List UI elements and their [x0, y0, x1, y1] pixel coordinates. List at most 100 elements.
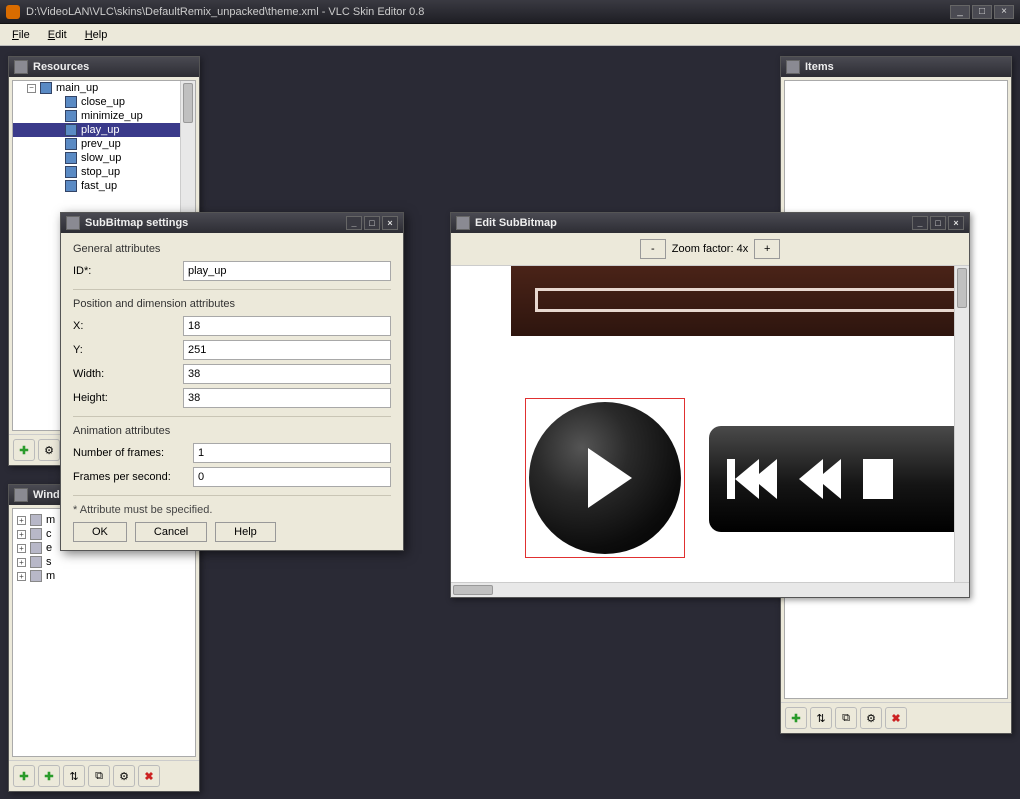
subbitmap-settings-dialog: SubBitmap settings _ □ × General attribu…	[60, 212, 404, 551]
edit-subbitmap-window: Edit SubBitmap _ □ × - Zoom factor: 4x +	[450, 212, 970, 598]
bitmap-icon	[65, 180, 77, 192]
close-button[interactable]: ×	[382, 216, 398, 230]
subbitmap-header[interactable]: Edit SubBitmap _ □ ×	[451, 213, 969, 233]
delete-button[interactable]: ✖	[885, 707, 907, 729]
close-button[interactable]: ×	[994, 5, 1014, 19]
tree-item-fast_up[interactable]: fast_up	[13, 179, 195, 193]
expand-icon[interactable]: −	[27, 84, 36, 93]
gear-icon: ⚙	[119, 770, 129, 783]
minimize-button[interactable]: _	[346, 216, 362, 230]
resources-header[interactable]: Resources	[9, 57, 199, 77]
tree-item-prev_up[interactable]: prev_up	[13, 137, 195, 151]
preview-h-scrollbar[interactable]	[451, 582, 969, 597]
expand-icon[interactable]: +	[17, 558, 26, 567]
tree-item-minimize_up[interactable]: minimize_up	[13, 109, 195, 123]
clone-icon: ⧉	[842, 712, 850, 725]
menu-help[interactable]: Help	[77, 27, 116, 43]
general-section-header: General attributes	[73, 243, 391, 255]
tree-label: fast_up	[81, 180, 117, 192]
maximize-button[interactable]: □	[930, 216, 946, 230]
windows-toolbar: ✚ ✚ ⇅ ⧉ ⚙ ✖	[9, 760, 199, 791]
width-row: Width:	[73, 364, 391, 384]
items-header[interactable]: Items	[781, 57, 1011, 77]
x-row: X:	[73, 316, 391, 336]
zoom-toolbar: - Zoom factor: 4x +	[451, 233, 969, 266]
zoom-out-button[interactable]: -	[640, 239, 666, 259]
posdim-section-header: Position and dimension attributes	[73, 298, 391, 310]
y-row: Y:	[73, 340, 391, 360]
clone-icon: ⧉	[95, 770, 103, 783]
y-label: Y:	[73, 344, 183, 356]
ok-button[interactable]: OK	[73, 522, 127, 542]
height-label: Height:	[73, 392, 183, 404]
app-icon	[6, 5, 20, 19]
nframes-input[interactable]	[193, 443, 391, 463]
reorder-button[interactable]: ⇅	[810, 707, 832, 729]
menu-edit[interactable]: Edit	[40, 27, 75, 43]
fps-input[interactable]	[193, 467, 391, 487]
maximize-button[interactable]: □	[364, 216, 380, 230]
window-icon	[30, 542, 42, 554]
bitmap-icon	[65, 110, 77, 122]
close-button[interactable]: ×	[948, 216, 964, 230]
panel-icon	[14, 488, 28, 502]
options-button[interactable]: ⚙	[38, 439, 60, 461]
scrollbar-thumb[interactable]	[957, 268, 967, 308]
cancel-button[interactable]: Cancel	[135, 522, 207, 542]
clone-button[interactable]: ⧉	[835, 707, 857, 729]
id-input[interactable]	[183, 261, 391, 281]
window-row[interactable]: +s	[17, 555, 191, 569]
y-input[interactable]	[183, 340, 391, 360]
clone-button[interactable]: ⧉	[88, 765, 110, 787]
bitmap-preview[interactable]	[451, 266, 969, 597]
minimize-button[interactable]: _	[912, 216, 928, 230]
add-button[interactable]: ✚	[13, 439, 35, 461]
height-row: Height:	[73, 388, 391, 408]
tree-label: main_up	[56, 82, 98, 94]
selection-rectangle[interactable]	[525, 398, 685, 558]
window-row[interactable]: +m	[17, 569, 191, 583]
dialog-body: General attributes ID*: Position and dim…	[61, 233, 403, 550]
workspace: Resources − main_up close_up minimize_up…	[0, 46, 1020, 799]
expand-icon[interactable]: +	[17, 516, 26, 525]
scrollbar-thumb[interactable]	[183, 83, 193, 123]
fps-label: Frames per second:	[73, 471, 193, 483]
width-label: Width:	[73, 368, 183, 380]
maximize-button[interactable]: □	[972, 5, 992, 19]
tree-item-stop_up[interactable]: stop_up	[13, 165, 195, 179]
expand-icon[interactable]: +	[17, 572, 26, 581]
help-button[interactable]: Help	[215, 522, 276, 542]
add-button[interactable]: ✚	[785, 707, 807, 729]
add2-button[interactable]: ✚	[38, 765, 60, 787]
items-toolbar: ✚ ⇅ ⧉ ⚙ ✖	[781, 702, 1011, 733]
tree-label: slow_up	[81, 152, 121, 164]
tree-item-main_up[interactable]: − main_up	[13, 81, 195, 95]
zoom-in-button[interactable]: +	[754, 239, 780, 259]
tree-item-play_up[interactable]: play_up	[13, 123, 195, 137]
fps-row: Frames per second:	[73, 467, 391, 487]
menu-file[interactable]: File	[4, 27, 38, 43]
tree-item-slow_up[interactable]: slow_up	[13, 151, 195, 165]
items-title: Items	[805, 61, 1006, 73]
reorder-button[interactable]: ⇅	[63, 765, 85, 787]
separator	[73, 495, 391, 496]
expand-icon[interactable]: +	[17, 544, 26, 553]
scrollbar-thumb[interactable]	[453, 585, 493, 595]
dialog-header[interactable]: SubBitmap settings _ □ ×	[61, 213, 403, 233]
delete-button[interactable]: ✖	[138, 765, 160, 787]
tree-item-close_up[interactable]: close_up	[13, 95, 195, 109]
plus-icon: ✚	[19, 770, 28, 783]
menubar: File Edit Help	[0, 24, 1020, 46]
minimize-button[interactable]: _	[950, 5, 970, 19]
window-icon	[30, 570, 42, 582]
minus-icon: -	[651, 243, 655, 255]
x-input[interactable]	[183, 316, 391, 336]
options-button[interactable]: ⚙	[113, 765, 135, 787]
height-input[interactable]	[183, 388, 391, 408]
preview-v-scrollbar[interactable]	[954, 266, 969, 582]
add-button[interactable]: ✚	[13, 765, 35, 787]
width-input[interactable]	[183, 364, 391, 384]
expand-icon[interactable]: +	[17, 530, 26, 539]
gear-icon: ⚙	[44, 444, 54, 457]
options-button[interactable]: ⚙	[860, 707, 882, 729]
